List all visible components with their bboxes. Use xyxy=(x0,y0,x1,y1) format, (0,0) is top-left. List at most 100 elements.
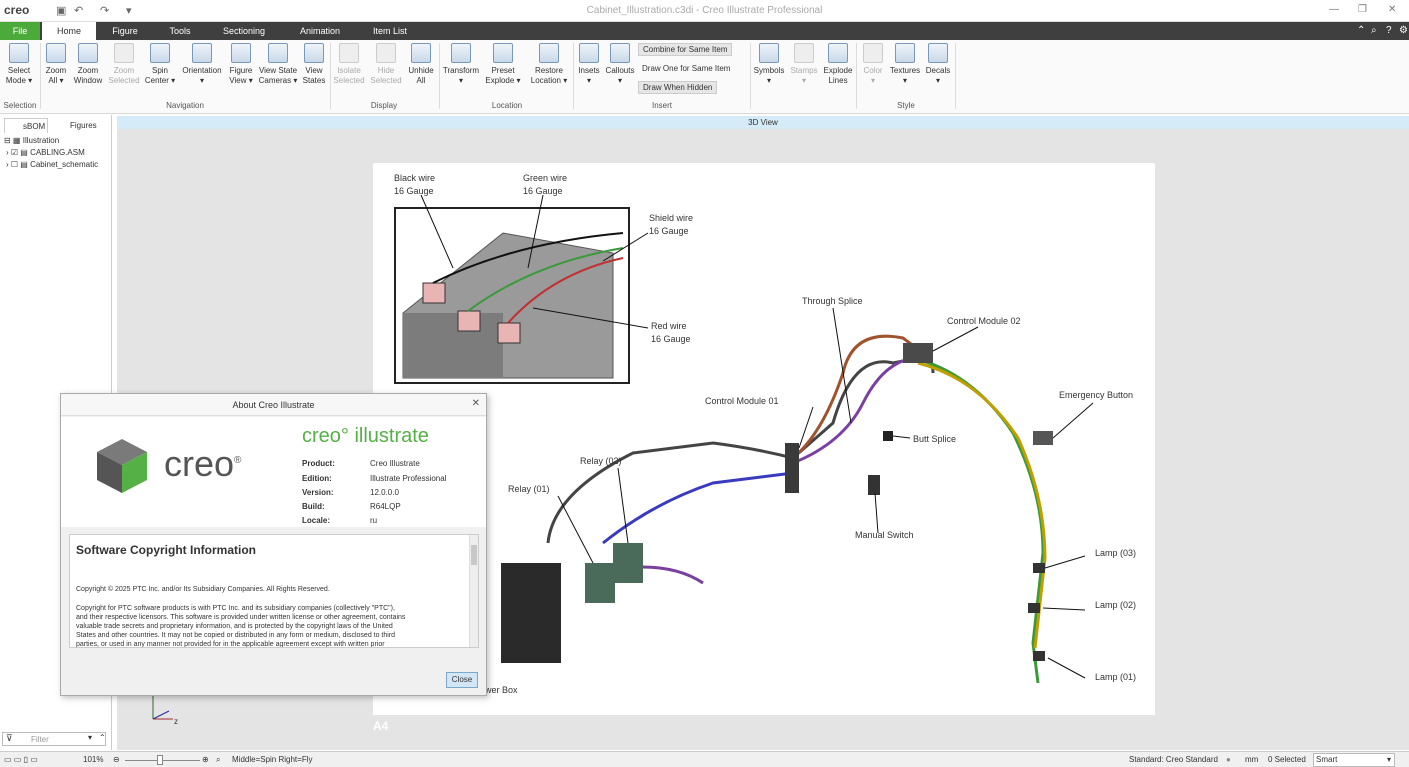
zoom-in-icon[interactable]: ⊕ xyxy=(202,755,209,764)
callout-black-wire[interactable]: Black wire 16 Gauge xyxy=(394,172,435,198)
symbols-button[interactable]: Symbols ▾ xyxy=(753,43,785,86)
callout-manual-switch[interactable]: Manual Switch xyxy=(855,530,914,540)
zoom-out-icon[interactable]: ⊖ xyxy=(113,755,120,764)
tree-item-illustration[interactable]: ⊟ ▦ Illustration xyxy=(4,136,59,145)
callout-relay-02[interactable]: Relay (02) xyxy=(580,456,622,466)
about-dialog: About Creo Illustrate ✕ creo® creo° illu… xyxy=(60,393,487,696)
collapse-ribbon-icon[interactable]: ⌃ xyxy=(1357,25,1365,36)
decals-button[interactable]: Decals ▾ xyxy=(924,43,952,86)
color-button[interactable]: Color ▾ xyxy=(860,43,886,86)
combine-same-item-toggle[interactable]: Combine for Same Item xyxy=(638,43,733,56)
zoom-all-button[interactable]: Zoom All ▾ xyxy=(42,43,70,86)
hide-selected-button[interactable]: Hide Selected xyxy=(368,43,404,86)
selection-filter-dropdown[interactable]: Smart ▾ xyxy=(1313,753,1395,767)
minimize-icon[interactable]: — xyxy=(1329,4,1339,15)
label: Preset xyxy=(491,66,515,75)
label: View ▾ xyxy=(229,76,253,85)
search-icon[interactable]: ⌕ xyxy=(1371,25,1377,36)
callout-control-module-01[interactable]: Control Module 01 xyxy=(705,396,779,406)
scrollbar[interactable] xyxy=(469,535,478,647)
separator xyxy=(330,43,331,109)
callout-lamp-01[interactable]: Lamp (01) xyxy=(1095,672,1136,682)
textures-button[interactable]: Textures ▾ xyxy=(888,43,922,86)
view-states-button[interactable]: View States xyxy=(300,43,328,86)
insets-button[interactable]: Insets ▾ xyxy=(576,43,602,86)
tab-figure[interactable]: Figure xyxy=(100,22,150,40)
close-icon[interactable]: ✕ xyxy=(472,398,480,409)
components xyxy=(501,343,1053,663)
callout-lamp-03[interactable]: Lamp (03) xyxy=(1095,548,1136,558)
title-bar: creo ▣ ↶ ↷ ▾ Cabinet_Illustration.c3di -… xyxy=(0,0,1409,22)
copyright-textbox[interactable]: Software Copyright Information Copyright… xyxy=(69,534,479,648)
tab-file[interactable]: File xyxy=(0,22,40,40)
label: Zoom xyxy=(45,66,67,75)
preset-explode-button[interactable]: Preset Explode ▾ xyxy=(484,43,522,86)
tree-item-cabling[interactable]: › ☑ ▤ CABLING.ASM xyxy=(6,148,85,157)
maximize-icon[interactable]: ❐ xyxy=(1358,4,1367,15)
close-button[interactable]: Close xyxy=(446,672,478,688)
callout-power-box[interactable]: wer Box xyxy=(485,685,518,695)
explode-lines-button[interactable]: Explode Lines xyxy=(822,43,854,86)
spin-center-button[interactable]: Spin Center ▾ xyxy=(144,43,176,86)
orientation-button[interactable]: Orientation ▾ xyxy=(180,43,224,86)
callout-red-wire[interactable]: Red wire 16 Gauge xyxy=(651,320,691,346)
view-state-cameras-button[interactable]: View State Cameras ▾ xyxy=(257,43,299,86)
label: Stamps xyxy=(790,66,818,75)
zoom-window-button[interactable]: Zoom Window xyxy=(72,43,104,86)
callout-lamp-02[interactable]: Lamp (02) xyxy=(1095,600,1136,610)
callout-control-module-02[interactable]: Control Module 02 xyxy=(947,316,1021,326)
info-value: Creo Illustrate xyxy=(370,459,420,468)
draw-when-hidden-toggle[interactable]: Draw When Hidden xyxy=(638,81,718,94)
close-window-icon[interactable]: ✕ xyxy=(1388,4,1396,15)
scrollbar-thumb[interactable] xyxy=(471,545,477,565)
filter-dropdown-icon[interactable]: ▾ xyxy=(88,733,92,742)
unhide-all-button[interactable]: Unhide All xyxy=(406,43,436,86)
callout-shield-wire[interactable]: Shield wire 16 Gauge xyxy=(649,212,693,238)
label: Symbols xyxy=(753,66,785,75)
status-dot-icon: ● xyxy=(1226,755,1231,764)
zoom-slider-thumb[interactable] xyxy=(157,755,163,765)
label: Window xyxy=(73,76,103,85)
tab-figures[interactable]: Figures xyxy=(52,118,102,133)
collapse-icon[interactable]: ⌃ xyxy=(99,733,106,742)
stamps-button[interactable]: Stamps ▾ xyxy=(788,43,820,86)
select-mode-button[interactable]: Select Mode ▾ xyxy=(3,43,35,86)
label: All xyxy=(416,76,426,85)
callout-relay-01[interactable]: Relay (01) xyxy=(508,484,550,494)
figure-view-button[interactable]: Figure View ▾ xyxy=(226,43,256,86)
drawing-sheet[interactable]: Black wire 16 Gauge Green wire 16 Gauge Sh… xyxy=(373,163,1155,715)
zoom-all-icon xyxy=(46,43,66,63)
callouts-button[interactable]: Callouts ▾ xyxy=(604,43,636,86)
tree-item-cabinet-schematic[interactable]: › ☐ ▤ Cabinet_schematic xyxy=(6,160,98,169)
settings-icon[interactable]: ⚙ xyxy=(1399,25,1408,36)
tab-animation[interactable]: Animation xyxy=(288,22,352,40)
callout-green-wire[interactable]: Green wire 16 Gauge xyxy=(523,172,567,198)
group-label-selection: Selection xyxy=(3,101,37,110)
tab-item-list[interactable]: Item List xyxy=(360,22,420,40)
help-icon[interactable]: ? xyxy=(1386,25,1392,36)
restore-location-button[interactable]: Restore Location ▾ xyxy=(528,43,570,86)
tab-home[interactable]: Home xyxy=(42,22,96,40)
selection-count: 0 Selected xyxy=(1268,755,1306,764)
label: Selected xyxy=(370,76,402,85)
transform-button[interactable]: Transform ▾ xyxy=(442,43,480,86)
tab-sbom[interactable]: sBOM xyxy=(4,118,48,133)
label: Unhide xyxy=(408,66,434,75)
tab-sectioning[interactable]: Sectioning xyxy=(212,22,276,40)
separator xyxy=(955,43,956,109)
creo-cube-icon xyxy=(97,439,147,493)
info-value: Illustrate Professional xyxy=(370,474,447,483)
draw-one-same-item-toggle[interactable]: Draw One for Same Item xyxy=(638,63,734,76)
layout-icon[interactable]: ▭ ▭ ▯ ▭ xyxy=(4,755,38,764)
zoom-selected-button[interactable]: Zoom Selected xyxy=(106,43,142,86)
tab-tools[interactable]: Tools xyxy=(155,22,205,40)
callout-text: Shield wire xyxy=(649,213,694,223)
callout-butt-splice[interactable]: Butt Splice xyxy=(913,434,956,444)
search-zoom-icon[interactable]: ⌕ xyxy=(216,755,220,765)
callout-through-splice[interactable]: Through Splice xyxy=(802,296,863,306)
isolate-selected-button[interactable]: Isolate Selected xyxy=(332,43,366,86)
tree-label: Cabinet_schematic xyxy=(30,160,99,169)
callout-emergency-button[interactable]: Emergency Button xyxy=(1059,390,1133,400)
transform-icon xyxy=(451,43,471,63)
label: Insets xyxy=(578,66,600,75)
